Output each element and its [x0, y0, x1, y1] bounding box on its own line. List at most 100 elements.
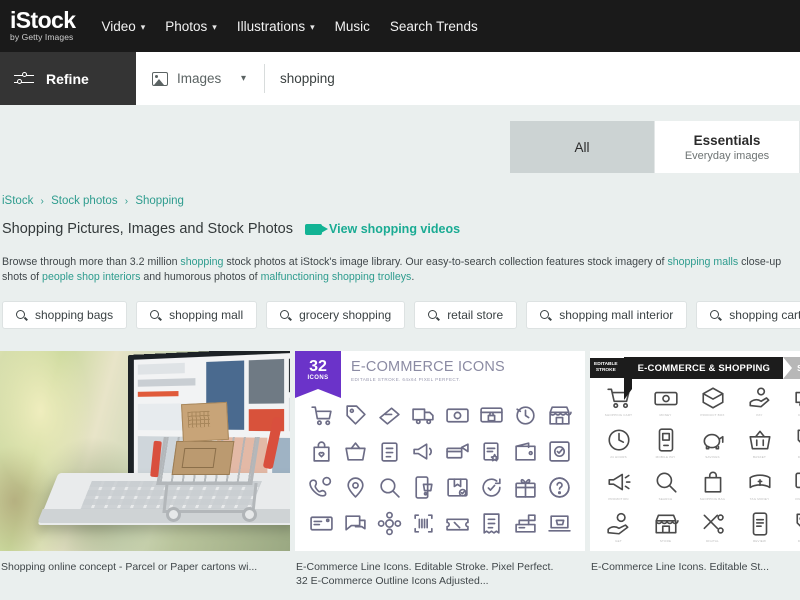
- set-label-badge: SET: [783, 357, 800, 379]
- chip-label: shopping cart: [729, 308, 800, 322]
- top-navigation-bar: iStock by Getty Images Video ▾ Photos ▾ …: [0, 0, 800, 52]
- chip-label: shopping mall: [169, 308, 243, 322]
- nav-item-search-trends-label: Search Trends: [390, 19, 478, 34]
- tab-all-label: All: [574, 140, 589, 155]
- money-icon: MONEY: [643, 385, 688, 423]
- icon-label: GET: [615, 539, 622, 543]
- desc-text-4: and humorous photos of: [140, 271, 260, 283]
- result-thumbnail-ecommerce-icons[interactable]: 32 ICONS E-COMMERCE ICONS EDITABLE STROK…: [295, 351, 585, 551]
- search-icon: [150, 310, 161, 321]
- result-caption: E-Commerce Line Icons. Editable Stroke. …: [295, 560, 585, 574]
- icon-sheet-title: E-COMMERCE & SHOPPING: [624, 357, 784, 379]
- nav-item-search-trends[interactable]: Search Trends: [390, 19, 478, 34]
- search-results-grid: Shopping online concept - Parcel or Pape…: [0, 351, 800, 588]
- result-caption-line2: 32 E-Commerce Outline Icons Adjusted...: [295, 574, 585, 588]
- nav-item-photos[interactable]: Photos ▾: [165, 19, 217, 34]
- chip-label: grocery shopping: [299, 308, 391, 322]
- result-card-2[interactable]: 32 ICONS E-COMMERCE ICONS EDITABLE STROK…: [295, 351, 585, 588]
- search-icon: [540, 310, 551, 321]
- chevron-down-icon: ▾: [241, 73, 246, 84]
- icon-sheet-title-light: ICONS: [458, 359, 505, 375]
- collection-tabs: All Essentials Everyday images: [510, 121, 800, 173]
- icon-count-number: 32: [309, 359, 327, 375]
- nav-item-photos-label: Photos: [165, 19, 207, 34]
- chip-shopping-cart[interactable]: shopping cart: [696, 301, 800, 329]
- nav-item-music[interactable]: Music: [335, 19, 370, 34]
- shopping-bag-heart-icon: [305, 435, 337, 468]
- icon-label: PROMOTION: [608, 497, 628, 501]
- icon-label: SEARCH: [659, 497, 673, 501]
- breadcrumb-item-istock[interactable]: iStock: [2, 195, 33, 207]
- shopping-basket-icon: BASKET: [737, 427, 782, 465]
- icon-count-label: ICONS: [307, 375, 328, 381]
- breadcrumb-item-shopping[interactable]: Shopping: [135, 195, 184, 207]
- editable-stroke-badge: EDITABLE STROKE: [590, 358, 624, 378]
- chip-retail-store[interactable]: retail store: [414, 301, 517, 329]
- editable-stroke-line2: STROKE: [594, 368, 618, 374]
- icon-label: REVIEW: [753, 539, 766, 543]
- view-shopping-videos-link[interactable]: View shopping videos: [305, 222, 460, 236]
- refine-button[interactable]: Refine: [0, 52, 136, 105]
- result-thumbnail-ecommerce-shopping-set[interactable]: EDITABLE STROKE E-COMMERCE & SHOPPING SE…: [590, 351, 800, 551]
- tag-money-icon: TAG MONEY: [737, 469, 782, 507]
- barcode-scan-icon: [407, 507, 439, 540]
- storefront-icon: STORE: [643, 511, 688, 549]
- image-icon: [152, 72, 168, 86]
- search-input[interactable]: [265, 52, 800, 105]
- envelope-icon: [305, 507, 337, 540]
- icon-sheet-subtitle: EDITABLE STROKE. 64x64 PIXEL PERFECT.: [351, 377, 505, 382]
- collection-tabs-row: All Essentials Everyday images: [0, 105, 800, 173]
- desc-text-5: .: [411, 271, 414, 283]
- tab-essentials[interactable]: Essentials Everyday images: [655, 121, 800, 173]
- chip-grocery-shopping[interactable]: grocery shopping: [266, 301, 405, 329]
- pay-hand-icon: PAY: [737, 385, 782, 423]
- result-card-3[interactable]: EDITABLE STROKE E-COMMERCE & SHOPPING SE…: [590, 351, 800, 588]
- mobile-review-icon: REVIEW: [737, 511, 782, 549]
- icon-grid: [305, 399, 575, 540]
- breadcrumb-separator: ›: [41, 196, 44, 207]
- chat-bubbles-icon: [339, 507, 371, 540]
- media-type-select[interactable]: Images ▾: [136, 52, 264, 105]
- icon-label: TAG MONEY: [750, 497, 770, 501]
- breadcrumb-separator: ›: [125, 196, 128, 207]
- icon-label: PRODUCT BOX: [700, 413, 724, 417]
- network-share-icon: [373, 507, 405, 540]
- price-tag-icon: [339, 399, 371, 432]
- ticket-icon: [373, 399, 405, 432]
- icon-label: SAVINGS: [705, 455, 720, 459]
- desc-link-shopping-malls[interactable]: shopping malls: [667, 256, 738, 268]
- desc-link-people-shop-interiors[interactable]: people shop interiors: [42, 271, 140, 283]
- result-card-1[interactable]: Shopping online concept - Parcel or Pape…: [0, 351, 290, 588]
- breadcrumb-item-stock-photos[interactable]: Stock photos: [51, 195, 117, 207]
- result-thumbnail-shopping-online-concept[interactable]: [0, 351, 290, 551]
- chip-shopping-bags[interactable]: shopping bags: [2, 301, 127, 329]
- return-exchange-icon: [475, 471, 507, 504]
- nav-item-video[interactable]: Video ▾: [101, 19, 145, 34]
- icon-label: SHOPPING BAG: [700, 497, 725, 501]
- search-icon: [280, 310, 291, 321]
- chip-shopping-mall[interactable]: shopping mall: [136, 301, 257, 329]
- hand-coin-icon: GET: [596, 511, 641, 549]
- desc-link-malfunctioning-trolleys[interactable]: malfunctioning shopping trolleys: [261, 271, 412, 283]
- desc-link-shopping[interactable]: shopping: [180, 256, 223, 268]
- icon-sheet-title-block: E-COMMERCE ICONS EDITABLE STROKE. 64x64 …: [351, 359, 505, 382]
- icon-sheet-header-bar: EDITABLE STROKE E-COMMERCE & SHOPPING SE…: [590, 357, 800, 379]
- fast-refund-icon: [509, 399, 541, 432]
- chevron-down-icon: ▾: [141, 23, 146, 32]
- chevron-down-icon: ▾: [212, 23, 217, 32]
- istock-logo[interactable]: iStock by Getty Images: [8, 9, 75, 43]
- nav-item-illustrations[interactable]: Illustrations ▾: [237, 19, 315, 34]
- search-icon: [16, 310, 27, 321]
- piggy-bank-icon: SAVINGS: [690, 427, 735, 465]
- tab-all[interactable]: All: [510, 121, 655, 173]
- breadcrumb: iStock › Stock photos › Shopping: [0, 173, 800, 207]
- mobile-shopping-icon: [407, 471, 439, 504]
- search-icon: SEARCH: [643, 469, 688, 507]
- icon-label: PAY: [756, 413, 762, 417]
- help-question-icon: [543, 471, 575, 504]
- discount-coupon-icon: [441, 507, 473, 540]
- nav-item-illustrations-label: Illustrations: [237, 19, 305, 34]
- chevron-down-icon: ▾: [310, 23, 315, 32]
- chip-shopping-mall-interior[interactable]: shopping mall interior: [526, 301, 687, 329]
- order-confirmed-icon: [543, 435, 575, 468]
